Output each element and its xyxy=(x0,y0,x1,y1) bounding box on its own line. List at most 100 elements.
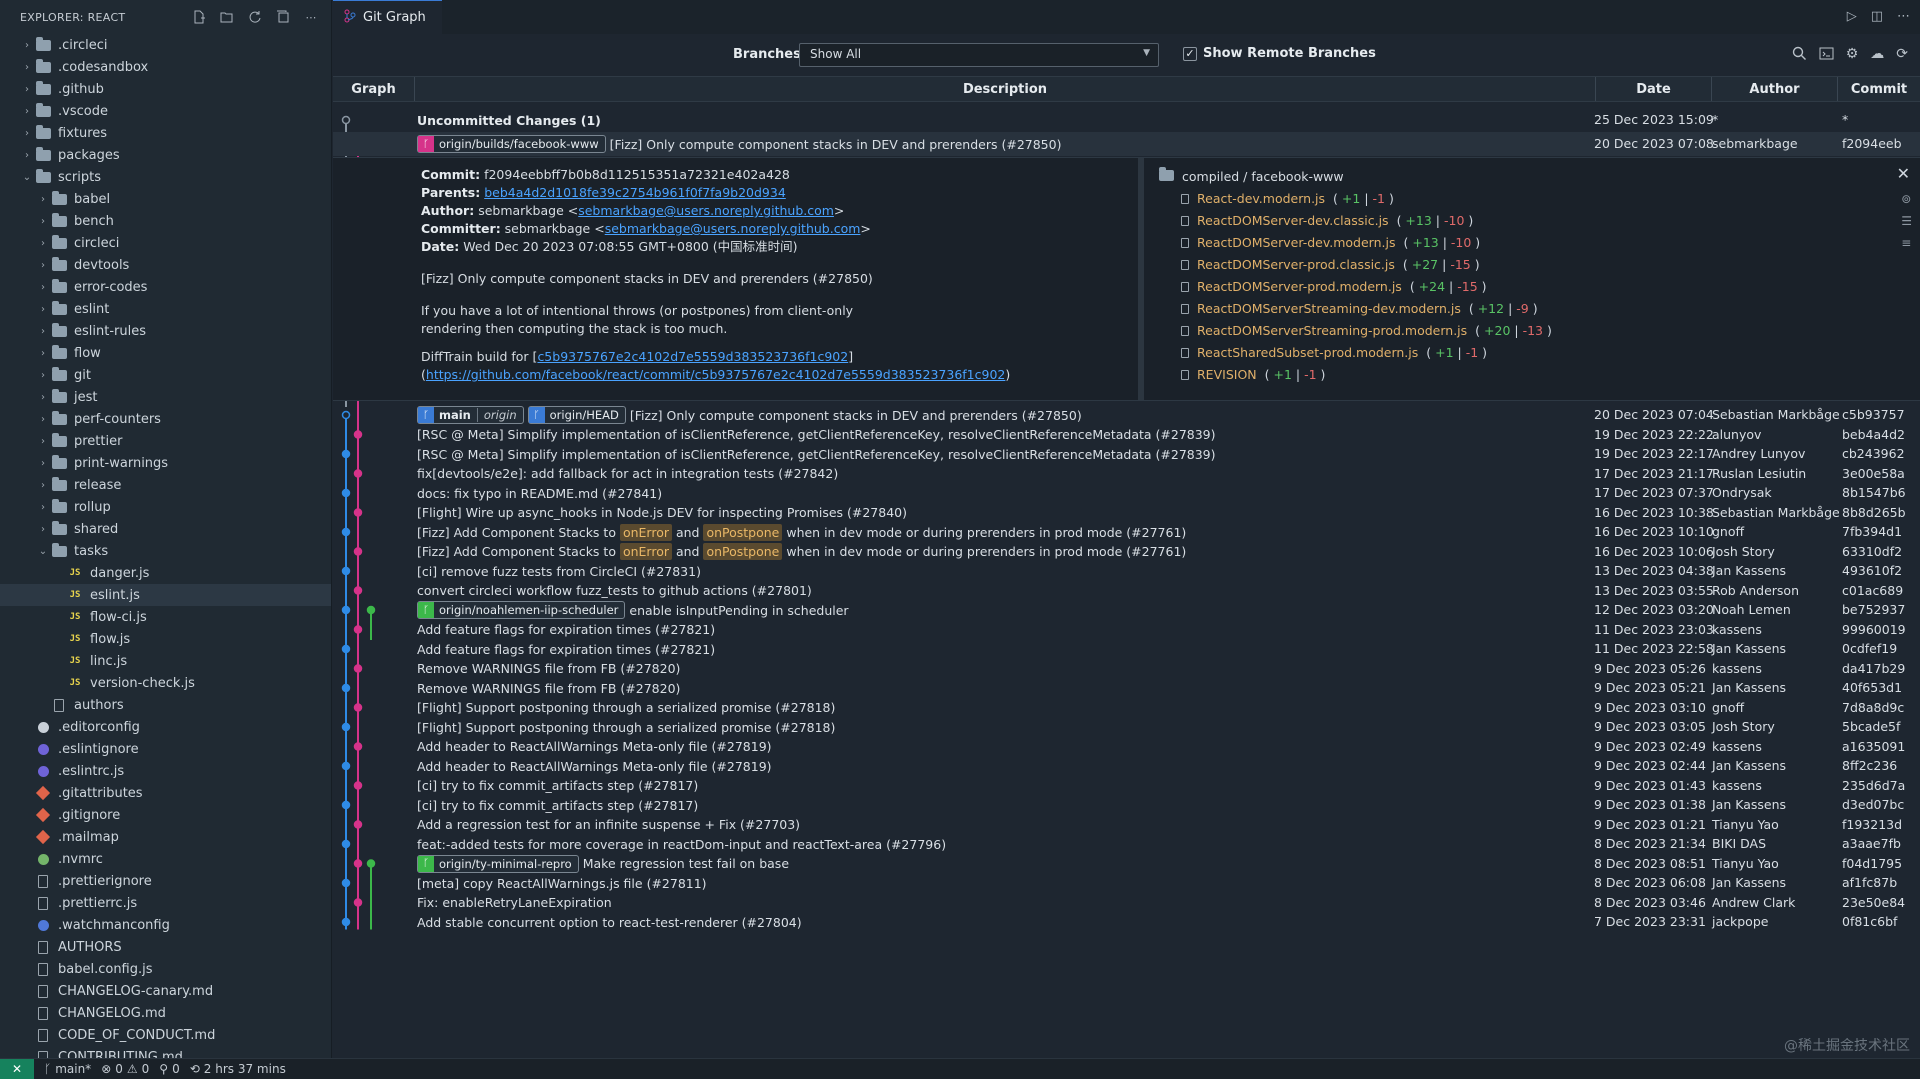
branch-ref[interactable]: ᚴ origin/builds/facebook-www xyxy=(417,135,606,153)
tree-item[interactable]: › .github xyxy=(0,78,331,100)
tree-item[interactable]: .gitignore xyxy=(0,804,331,826)
description-column-header[interactable]: Description xyxy=(415,77,1596,101)
tree-item[interactable]: JS linc.js xyxy=(0,650,331,672)
show-remote-branches-toggle[interactable]: ✓ Show Remote Branches xyxy=(1183,46,1376,61)
changed-file[interactable]: ReactDOMServer-prod.classic.js ( +27 | -1… xyxy=(1159,254,1552,276)
tree-item[interactable]: ⌄ tasks xyxy=(0,540,331,562)
time-tracker-status[interactable]: ⟲ 2 hrs 37 mins xyxy=(190,1062,286,1076)
tree-item[interactable]: babel.config.js xyxy=(0,958,331,980)
tree-item[interactable]: › print-warnings xyxy=(0,452,331,474)
tree-item[interactable]: .gitattributes xyxy=(0,782,331,804)
ports-status[interactable]: ⚲ 0 xyxy=(159,1062,179,1076)
tree-item[interactable]: › fixtures xyxy=(0,122,331,144)
problems-status[interactable]: ⊗ 0 ⚠ 0 xyxy=(101,1062,149,1076)
terminal-icon[interactable] xyxy=(1819,46,1834,65)
tree-item[interactable]: .eslintrc.js xyxy=(0,760,331,782)
date-column-header[interactable]: Date xyxy=(1596,77,1712,101)
difftrain-commit-link[interactable]: https://github.com/facebook/react/commit… xyxy=(426,367,1005,382)
tree-item[interactable]: JS version-check.js xyxy=(0,672,331,694)
fetch-cloud-icon[interactable]: ☁ xyxy=(1870,46,1884,65)
tree-item[interactable]: › babel xyxy=(0,188,331,210)
tree-item[interactable]: AUTHORS xyxy=(0,936,331,958)
branch-ref[interactable]: ᚴ origin/HEAD xyxy=(527,406,626,424)
tab-git-graph[interactable]: Git Graph xyxy=(333,0,442,34)
branch-ref[interactable]: ᚴ origin/ty-minimal-repro xyxy=(417,854,579,873)
tree-item[interactable]: CODE_OF_CONDUCT.md xyxy=(0,1024,331,1046)
branch-ref[interactable]: ᚴ origin/noahlemen-iip-scheduler xyxy=(417,601,626,619)
search-icon[interactable] xyxy=(1792,46,1807,65)
changed-file[interactable]: ReactSharedSubset-prod.modern.js ( +1 | -… xyxy=(1159,342,1552,364)
tree-view-icon[interactable]: ≡ xyxy=(1901,236,1912,250)
changed-file[interactable]: ReactDOMServerStreaming-prod.modern.js ( … xyxy=(1159,320,1552,342)
remote-window-button[interactable]: ✕ xyxy=(0,1058,34,1079)
branch-ref[interactable]: ᚴ main origin xyxy=(417,406,524,424)
new-folder-icon[interactable] xyxy=(219,9,235,25)
file-view-icon[interactable]: ⊚ xyxy=(1901,192,1912,206)
tree-item[interactable]: › packages xyxy=(0,144,331,166)
changed-file[interactable]: ReactDOMServer-prod.modern.js ( +24 | -15… xyxy=(1159,276,1552,298)
changed-file[interactable]: ReactDOMServer-dev.classic.js ( +13 | -10… xyxy=(1159,210,1552,232)
tree-item[interactable]: JS flow.js xyxy=(0,628,331,650)
run-icon[interactable]: ▷ xyxy=(1847,9,1857,24)
changed-file[interactable]: ReactDOMServerStreaming-dev.modern.js ( +… xyxy=(1159,298,1552,320)
list-view-icon[interactable]: ☰ xyxy=(1901,214,1912,228)
uncommitted-row[interactable]: Uncommitted Changes (1) 25 Dec 2023 15:0… xyxy=(333,108,1920,132)
tree-item[interactable]: › .vscode xyxy=(0,100,331,122)
tree-item[interactable]: › git xyxy=(0,364,331,386)
tree-item[interactable]: .mailmap xyxy=(0,826,331,848)
tree-item[interactable]: .editorconfig xyxy=(0,716,331,738)
tree-item[interactable]: .prettierignore xyxy=(0,870,331,892)
difftrain-hash-link[interactable]: c5b9375767e2c4102d7e5559d383523736f1c902 xyxy=(537,349,848,364)
changed-dir[interactable]: compiled / facebook-www xyxy=(1159,166,1552,188)
author-email-link[interactable]: sebmarkbage@users.noreply.github.com xyxy=(578,203,834,218)
checkbox-icon[interactable]: ✓ xyxy=(1183,46,1197,61)
refresh-icon[interactable] xyxy=(247,9,263,25)
tree-item[interactable]: ⌄ scripts xyxy=(0,166,331,188)
tree-item[interactable]: › jest xyxy=(0,386,331,408)
tree-item[interactable]: › eslint-rules xyxy=(0,320,331,342)
tree-item[interactable]: .watchmanconfig xyxy=(0,914,331,936)
selected-commit-row[interactable]: ᚴ origin/builds/facebook-www [Fizz] Only… xyxy=(333,132,1920,156)
changed-file[interactable]: REVISION ( +1 | -1 ) xyxy=(1159,364,1552,386)
new-file-icon[interactable] xyxy=(191,9,207,25)
graph-column-header[interactable]: Graph xyxy=(333,77,415,101)
tree-item[interactable]: › bench xyxy=(0,210,331,232)
tree-item[interactable]: › .codesandbox xyxy=(0,56,331,78)
commit-row[interactable]: Add stable concurrent option to react-te… xyxy=(333,910,1920,934)
tree-item[interactable]: JS danger.js xyxy=(0,562,331,584)
committer-email-link[interactable]: sebmarkbage@users.noreply.github.com xyxy=(605,221,861,236)
tree-item[interactable]: › devtools xyxy=(0,254,331,276)
changed-file[interactable]: React-dev.modern.js ( +1 | -1 ) xyxy=(1159,188,1552,210)
tree-item[interactable]: .nvmrc xyxy=(0,848,331,870)
tree-item[interactable]: authors xyxy=(0,694,331,716)
tree-item[interactable]: JS flow-ci.js xyxy=(0,606,331,628)
details-resize-handle[interactable] xyxy=(1138,158,1144,400)
tree-item[interactable]: JS eslint.js xyxy=(0,584,331,606)
tree-item[interactable]: CHANGELOG.md xyxy=(0,1002,331,1024)
tree-item[interactable]: › error-codes xyxy=(0,276,331,298)
branch-status[interactable]: ᚴ main* xyxy=(44,1062,91,1076)
tree-item[interactable]: .prettierrc.js xyxy=(0,892,331,914)
more-icon[interactable]: ⋯ xyxy=(1897,9,1910,24)
tree-item[interactable]: CONTRIBUTING.md xyxy=(0,1046,331,1058)
tree-item[interactable]: › flow xyxy=(0,342,331,364)
author-column-header[interactable]: Author xyxy=(1712,77,1838,101)
commit-column-header[interactable]: Commit xyxy=(1838,77,1920,101)
tree-item[interactable]: › circleci xyxy=(0,232,331,254)
tree-item[interactable]: › .circleci xyxy=(0,34,331,56)
tree-item[interactable]: › perf-counters xyxy=(0,408,331,430)
branches-select[interactable]: Show All ▼ xyxy=(799,43,1159,67)
tree-item[interactable]: › release xyxy=(0,474,331,496)
tree-item[interactable]: CHANGELOG-canary.md xyxy=(0,980,331,1002)
tree-item[interactable]: › shared xyxy=(0,518,331,540)
close-icon[interactable]: ✕ xyxy=(1897,164,1910,183)
parent-hash-link[interactable]: beb4a4d2d1018fe39c2754b961f0f7fa9b20d934 xyxy=(484,185,786,200)
settings-gear-icon[interactable]: ⚙ xyxy=(1846,46,1859,65)
tree-item[interactable]: › eslint xyxy=(0,298,331,320)
tree-item[interactable]: › rollup xyxy=(0,496,331,518)
more-actions-icon[interactable]: ⋯ xyxy=(303,9,319,25)
tree-item[interactable]: .eslintignore xyxy=(0,738,331,760)
collapse-all-icon[interactable] xyxy=(275,9,291,25)
refresh-icon[interactable]: ⟳ xyxy=(1896,46,1908,65)
changed-file[interactable]: ReactDOMServer-dev.modern.js ( +13 | -10 … xyxy=(1159,232,1552,254)
